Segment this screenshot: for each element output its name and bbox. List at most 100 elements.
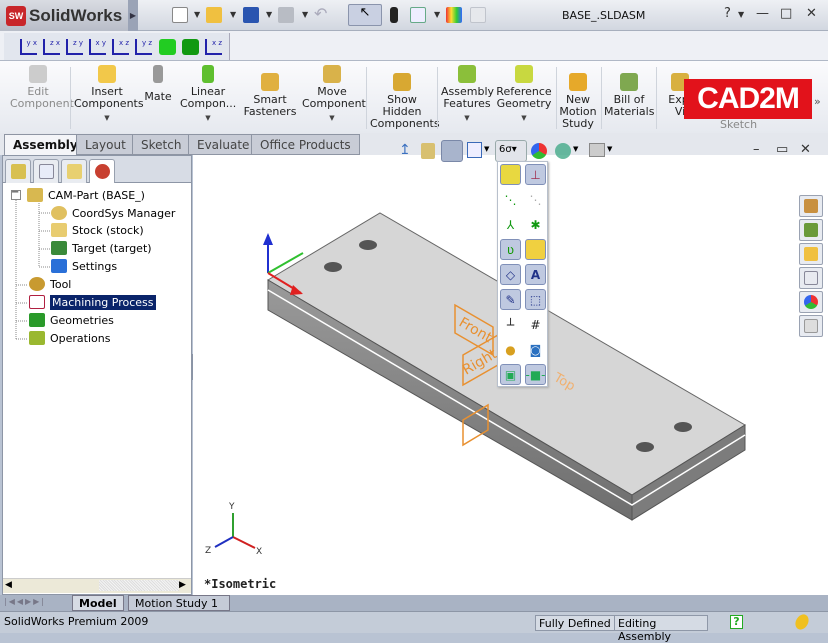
- tree-item-stock[interactable]: Stock (stock): [51, 223, 144, 237]
- view-trimetric-icon[interactable]: [182, 39, 199, 55]
- view-temporary-axes-icon[interactable]: ⋱: [525, 189, 546, 210]
- help-status-icon[interactable]: ?: [730, 615, 743, 629]
- tab-assembly[interactable]: Assembly: [4, 134, 87, 155]
- task-pane-custom-properties[interactable]: [799, 315, 823, 337]
- task-pane-appearances[interactable]: [799, 291, 823, 313]
- view-planes-icon[interactable]: [500, 164, 521, 185]
- task-pane-design-library[interactable]: [799, 219, 823, 241]
- view-cameras-icon[interactable]: ◙: [525, 339, 546, 360]
- view-yz-icon[interactable]: y z: [135, 39, 152, 55]
- tree-item-target[interactable]: Target (target): [51, 241, 152, 255]
- show-hidden-components-button[interactable]: Show Hidden Components: [370, 65, 440, 130]
- tree-item-settings[interactable]: Settings: [51, 259, 117, 273]
- task-pane-file-explorer[interactable]: [799, 243, 823, 265]
- tab-evaluate[interactable]: Evaluate: [188, 134, 259, 155]
- help-button[interactable]: ?: [724, 6, 731, 21]
- tab-property-manager[interactable]: [33, 159, 59, 183]
- save-icon[interactable]: [243, 7, 259, 23]
- assembly-features-button[interactable]: Assembly Features ▼: [441, 65, 494, 124]
- menu-expand-arrow[interactable]: ▶: [128, 0, 138, 31]
- tab-layout[interactable]: Layout: [76, 134, 135, 155]
- view-yx-icon[interactable]: y x: [20, 39, 37, 55]
- view-grid-icon[interactable]: #: [525, 314, 546, 335]
- view-zx-icon[interactable]: z x: [43, 39, 60, 55]
- rebuild-status-icon[interactable]: [792, 612, 812, 632]
- show-hidden-icon: [393, 73, 411, 91]
- tree-item-cam-part[interactable]: CAM-Part (BASE_): [27, 188, 145, 202]
- undo-icon[interactable]: ↶: [314, 4, 330, 23]
- status-bar: SolidWorks Premium 2009 Fully Defined Ed…: [0, 611, 828, 643]
- view-decals-icon[interactable]: ▣: [500, 364, 521, 385]
- help-dropdown-icon[interactable]: ▼: [738, 10, 744, 19]
- linear-component-pattern-button[interactable]: Linear Compon... ▼: [180, 65, 236, 124]
- graphics-area[interactable]: ↥ ▼ 6σ▾ ▼ ▼ – ▭ ✕ Front Right Top Y X Z …: [193, 140, 828, 595]
- maximize-button[interactable]: □: [780, 6, 792, 21]
- tree-item-geometries[interactable]: Geometries: [29, 313, 114, 327]
- open-folder-icon[interactable]: [206, 7, 222, 23]
- print-icon[interactable]: [278, 7, 294, 23]
- open-dropdown-icon[interactable]: ▼: [230, 10, 236, 19]
- horizontal-scrollbar[interactable]: ◀ ▶: [3, 578, 191, 593]
- view-sketch-planes-icon[interactable]: ✎: [500, 289, 521, 310]
- tree-item-tool[interactable]: Tool: [29, 277, 71, 291]
- smart-fasteners-icon: [261, 73, 279, 91]
- view-parting-lines-icon[interactable]: [525, 239, 546, 260]
- tree-item-coordsys-manager[interactable]: CoordSys Manager: [51, 206, 175, 220]
- view-sketch-relations-icon[interactable]: ⬚: [525, 289, 546, 310]
- document-title: BASE_.SLDASM: [562, 9, 646, 22]
- new-motion-study-button[interactable]: New Motion Study: [558, 65, 598, 130]
- tab-scroll-arrows[interactable]: |◀◀▶▶|: [4, 597, 46, 606]
- tree-item-machining-process[interactable]: Machining Process: [29, 295, 156, 310]
- view-points-icon[interactable]: ✱: [525, 214, 546, 235]
- view-axes-icon[interactable]: ⋱: [500, 189, 521, 210]
- tab-sketch[interactable]: Sketch: [132, 134, 191, 155]
- tab-office-products[interactable]: Office Products: [251, 134, 360, 155]
- task-pane-view-palette[interactable]: [799, 267, 823, 289]
- move-component-button[interactable]: Move Component ▼: [302, 65, 366, 124]
- close-button[interactable]: ✕: [806, 6, 817, 21]
- view-zy-icon[interactable]: z y: [66, 39, 83, 55]
- tree-item-operations[interactable]: Operations: [29, 331, 110, 345]
- view-sketches-icon[interactable]: ◇: [500, 264, 521, 285]
- view-lights-icon[interactable]: ●: [500, 339, 521, 360]
- view-isometric-cube-icon[interactable]: [159, 39, 176, 55]
- view-dimension-names-icon[interactable]: ┴: [500, 314, 521, 335]
- tab-motion-study-1[interactable]: Motion Study 1: [128, 595, 230, 611]
- insert-components-button[interactable]: Insert Components ▼: [74, 65, 144, 124]
- view-coordinate-systems-icon[interactable]: ⅄: [500, 214, 521, 235]
- minimize-button[interactable]: —: [756, 6, 769, 21]
- view-xz-icon[interactable]: x z: [112, 39, 129, 55]
- mate-paperclip-icon: [153, 65, 163, 83]
- new-document-icon[interactable]: [172, 7, 188, 23]
- ribbon-more-button[interactable]: »: [814, 95, 821, 108]
- view-curves-icon[interactable]: ʋ: [500, 239, 521, 260]
- mate-button[interactable]: Mate: [144, 65, 172, 103]
- file-properties-icon[interactable]: [410, 7, 426, 23]
- tab-configuration-manager[interactable]: [61, 159, 87, 183]
- view-routing-points-icon[interactable]: -■-: [525, 364, 546, 385]
- reference-geometry-button[interactable]: Reference Geometry ▼: [496, 65, 552, 124]
- view-origins-icon[interactable]: ⊥: [525, 164, 546, 185]
- rebuild-traffic-light-icon[interactable]: [390, 7, 398, 23]
- task-pane-home[interactable]: [799, 195, 823, 217]
- appearance-icon[interactable]: [446, 7, 462, 23]
- bill-of-materials-button[interactable]: Bill of Materials: [604, 65, 654, 118]
- edit-component-button[interactable]: Edit Component: [10, 65, 74, 110]
- view-orientation-dropdown[interactable]: ▼: [484, 145, 489, 153]
- smart-fasteners-button[interactable]: Smart Fasteners: [242, 65, 298, 118]
- new-dropdown-icon[interactable]: ▼: [194, 10, 200, 19]
- tab-camworks[interactable]: [89, 159, 115, 183]
- properties-dropdown-icon[interactable]: ▼: [434, 10, 440, 19]
- solidworks-menu-button[interactable]: SW SolidWorks: [0, 0, 128, 31]
- folder-icon: [804, 247, 818, 261]
- options-icon[interactable]: [470, 7, 486, 23]
- collapse-toggle[interactable]: −: [11, 188, 19, 198]
- print-dropdown-icon[interactable]: ▼: [302, 10, 308, 19]
- view-annotations-icon[interactable]: A: [525, 264, 546, 285]
- tab-feature-manager[interactable]: [5, 159, 31, 183]
- view-xy-icon[interactable]: x y: [89, 39, 106, 55]
- tab-model[interactable]: Model: [72, 595, 124, 611]
- select-pointer-icon[interactable]: ↖: [348, 4, 382, 26]
- view-xz-bottom-icon[interactable]: x z: [205, 39, 222, 55]
- save-dropdown-icon[interactable]: ▼: [266, 10, 272, 19]
